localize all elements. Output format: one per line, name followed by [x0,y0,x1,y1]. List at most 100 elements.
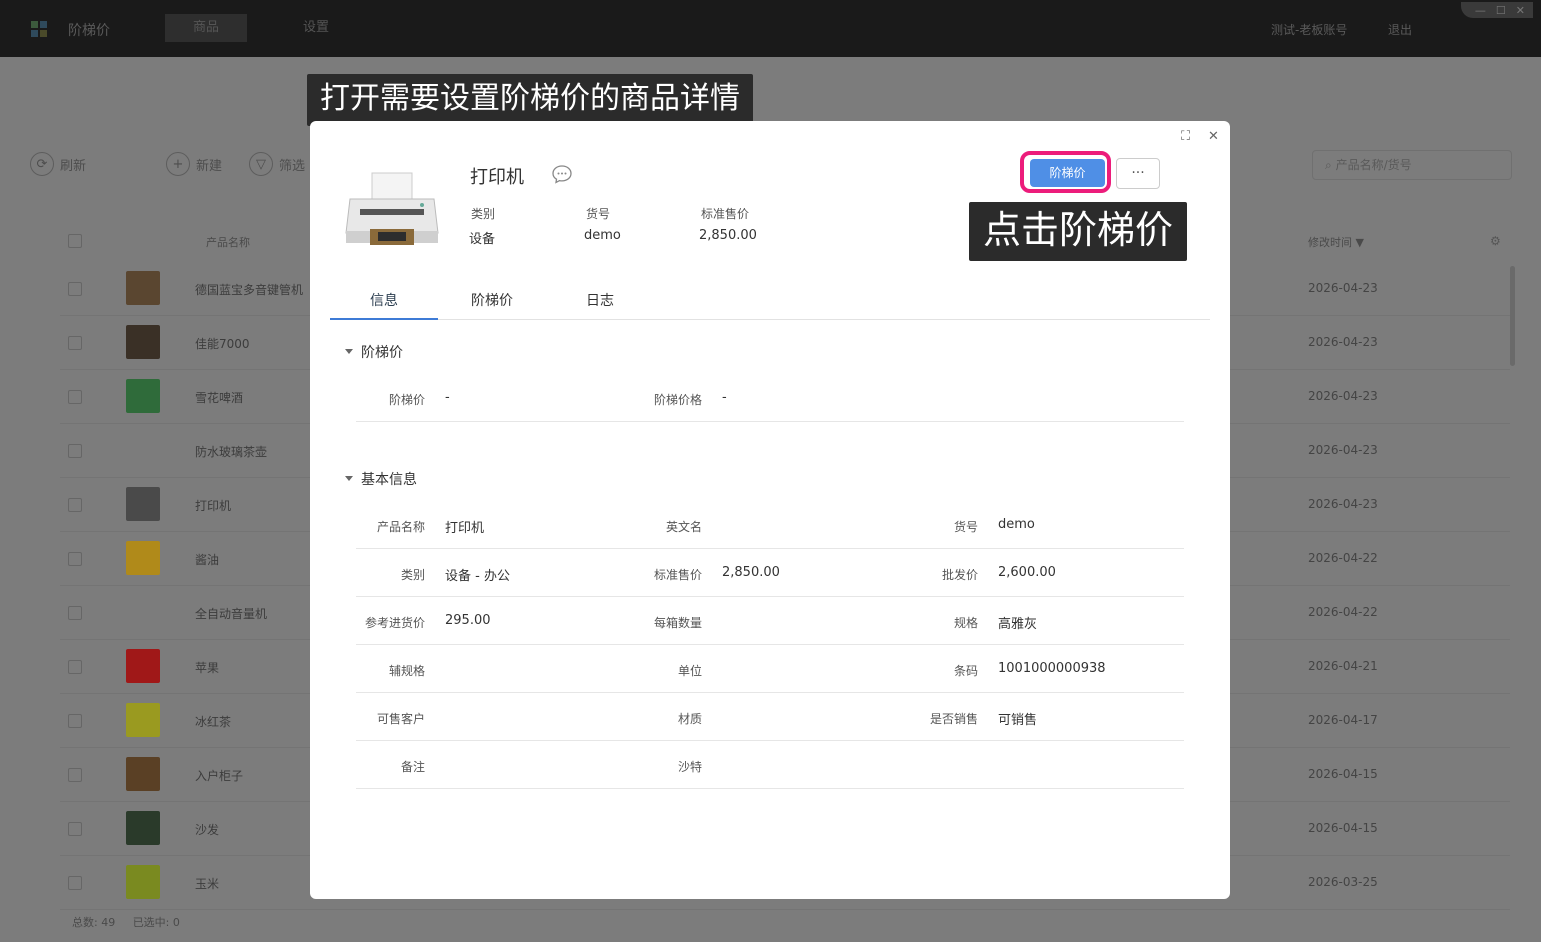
field-label: 备注 [400,760,425,774]
row-thumbnail [126,757,160,791]
hint-open-detail: 打开需要设置阶梯价的商品详情 [307,74,753,126]
field-label: 每箱数量 [653,616,702,630]
section-tier-header[interactable]: 阶梯价 [345,342,403,362]
app-title: 阶梯价 [68,23,110,39]
logout-link[interactable]: 退出 [1388,21,1412,38]
row-name: 冰红茶 [195,715,232,729]
row-name: 全自动音量机 [195,607,268,621]
row-name: 雪花啤酒 [195,391,244,405]
field-label: 货号 [953,520,978,534]
settings-icon[interactable]: ⚙ [1490,234,1501,248]
field-label: 产品名称 [376,520,425,534]
row-date: 2026-04-22 [1308,605,1378,619]
detail-tabs: 信息 阶梯价 日志 [330,289,1210,320]
column-header-name[interactable]: 产品名称 [206,234,250,250]
row-date: 2026-04-23 [1308,389,1378,403]
tier-field-row: 阶梯价 - 阶梯价格 - [356,374,1184,422]
product-title: 打印机 [470,167,524,188]
refresh-icon: ⟳ [30,152,54,176]
field-label: 材质 [677,712,702,726]
caret-down-icon [345,348,353,354]
row-date: 2026-04-21 [1308,659,1378,673]
row-checkbox[interactable] [68,552,82,566]
tab-log[interactable]: 日志 [546,289,654,320]
search-input[interactable]: ⌕ 产品名称/货号 [1312,150,1512,180]
row-checkbox[interactable] [68,660,82,674]
total-count: 总数: 49 [72,916,116,929]
row-name: 沙发 [195,823,220,837]
chat-icon[interactable] [551,164,573,184]
row-checkbox[interactable] [68,390,82,404]
top-bar: 阶梯价 商品 设置 测试-老板账号 退出 — ☐ ✕ [0,0,1541,57]
row-thumbnail [126,865,160,899]
field-value: 295.00 [445,613,491,628]
window-controls: — ☐ ✕ [1461,2,1533,18]
row-thumbnail [126,649,160,683]
section-basic-title: 基本信息 [361,472,417,488]
product-image [345,172,439,245]
row-date: 2026-03-25 [1308,875,1378,889]
meta-label-sku: 货号 [586,207,611,221]
field-label: 沙特 [677,760,702,774]
row-checkbox[interactable] [68,768,82,782]
field-label: 可售客户 [376,712,425,726]
search-icon: ⌕ [1325,158,1332,172]
window-close-icon[interactable]: ✕ [1516,4,1525,17]
field-value: 2,850.00 [722,565,780,580]
tab-tier-price[interactable]: 阶梯价 [438,289,546,320]
field-row: 可售客户 材质 是否销售 可销售 [356,693,1184,741]
row-thumbnail [126,541,160,575]
row-checkbox[interactable] [68,282,82,296]
row-name: 打印机 [195,499,232,513]
nav-tab-settings[interactable]: 设置 [275,14,357,42]
field-value: 高雅灰 [998,617,1038,632]
field-label: 类别 [400,568,425,582]
field-label: 单位 [677,664,702,678]
meta-value-category: 设备 [469,232,496,247]
field-row: 参考进货价 295.00 每箱数量 规格 高雅灰 [356,597,1184,645]
field-label: 批发价 [941,568,978,582]
field-label: 辅规格 [388,664,425,678]
more-button[interactable]: ··· [1116,158,1160,189]
field-label: 规格 [953,616,978,630]
row-thumbnail [126,379,160,413]
row-thumbnail [126,703,160,737]
row-checkbox[interactable] [68,876,82,890]
field-row: 类别 设备 - 办公 标准售价 2,850.00 批发价 2,600.00 [356,549,1184,597]
row-name: 入户柜子 [195,769,244,783]
row-date: 2026-04-15 [1308,821,1378,835]
row-date: 2026-04-23 [1308,335,1378,349]
maximize-icon[interactable]: ☐ [1496,4,1506,17]
account-name[interactable]: 测试-老板账号 [1271,21,1347,38]
section-basic-header[interactable]: 基本信息 [345,469,417,489]
meta-value-price: 2,850.00 [699,228,757,243]
scrollbar[interactable] [1510,266,1515,366]
field-label: 标准售价 [653,568,702,582]
nav-tab-products[interactable]: 商品 [165,14,248,42]
app-logo-icon [31,21,47,37]
row-name: 佳能7000 [195,337,250,351]
tab-info[interactable]: 信息 [330,289,438,320]
row-date: 2026-04-17 [1308,713,1378,727]
column-header-modified[interactable]: 修改时间 ▼ [1308,234,1364,250]
refresh-button[interactable]: ⟳ 刷新 [30,152,86,176]
expand-icon[interactable]: ⛶ [1181,129,1190,144]
row-checkbox[interactable] [68,336,82,350]
search-placeholder: 产品名称/货号 [1335,158,1412,172]
tier-price-button[interactable]: 阶梯价 [1030,159,1105,187]
row-checkbox[interactable] [68,714,82,728]
add-button[interactable]: + 新建 [166,152,222,176]
select-all-checkbox[interactable] [68,234,82,248]
row-checkbox[interactable] [68,606,82,620]
field-value: 打印机 [445,521,485,536]
filter-button[interactable]: ▽ 筛选 [249,152,305,176]
refresh-label: 刷新 [60,158,87,174]
field-value: demo [998,517,1035,532]
row-name: 防水玻璃茶壶 [195,445,268,459]
minimize-icon[interactable]: — [1475,4,1486,17]
row-checkbox[interactable] [68,498,82,512]
row-checkbox[interactable] [68,444,82,458]
close-icon[interactable]: ✕ [1208,129,1219,144]
field-value: 1001000000938 [998,661,1106,676]
row-checkbox[interactable] [68,822,82,836]
